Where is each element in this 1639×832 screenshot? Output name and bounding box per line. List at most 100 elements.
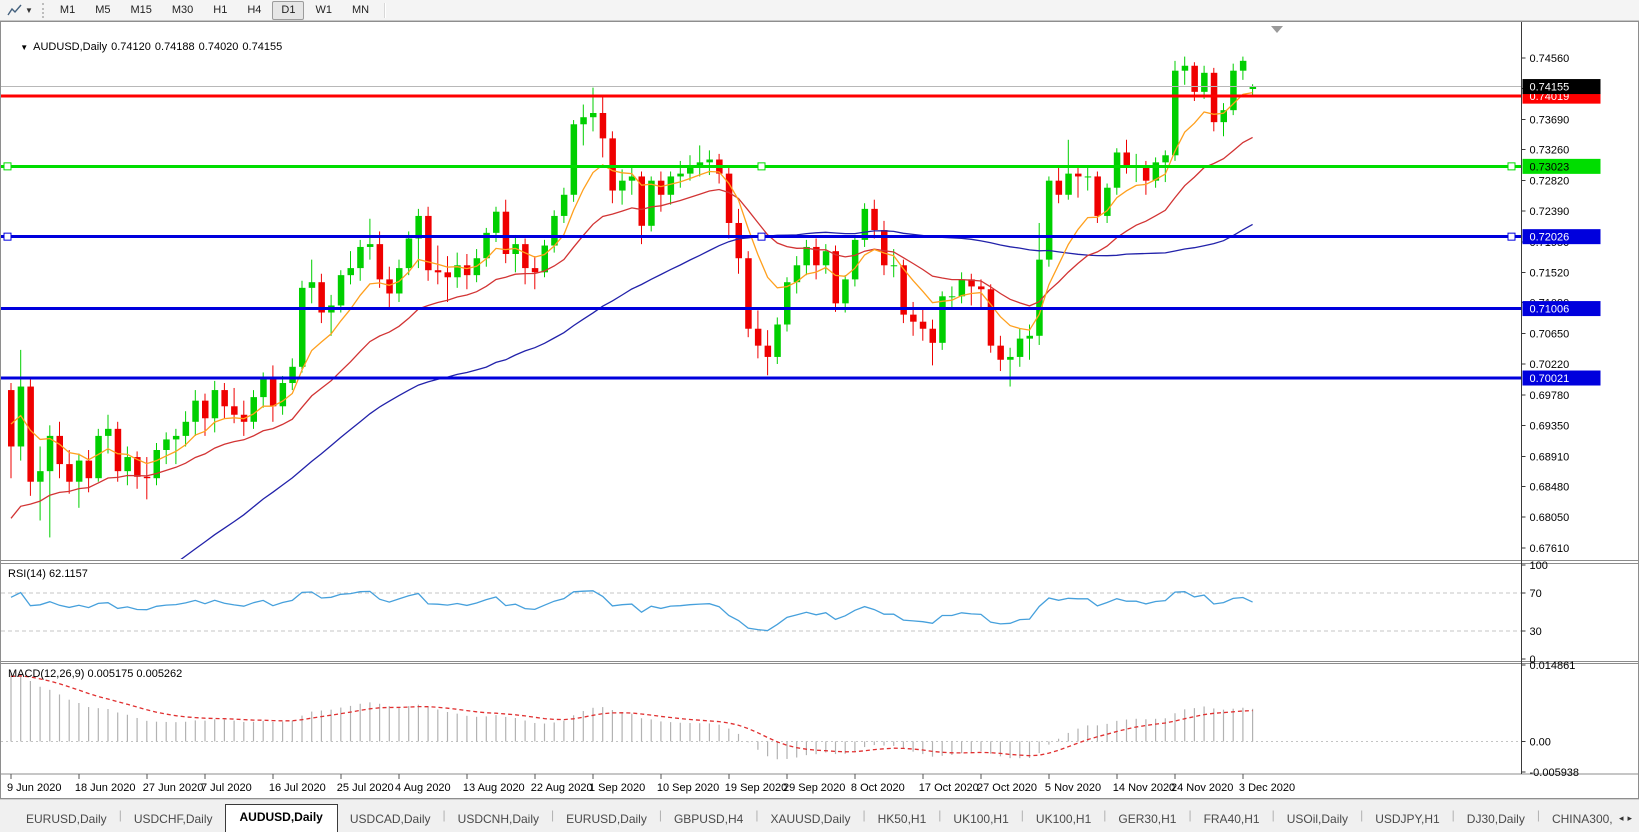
candle xyxy=(231,406,238,415)
candle xyxy=(1094,176,1101,216)
hline-handle[interactable] xyxy=(1507,162,1516,171)
period-button-h4[interactable]: H4 xyxy=(238,1,270,20)
candle xyxy=(386,279,393,294)
date-tick-label: 9 Jun 2020 xyxy=(7,782,61,794)
candle xyxy=(784,282,791,325)
chart-tab-uk100-9[interactable]: UK100,H1 xyxy=(941,807,1020,832)
date-tick-label: 4 Aug 2020 xyxy=(395,782,451,794)
candle xyxy=(1036,259,1043,336)
candle xyxy=(143,476,151,479)
candle xyxy=(919,321,927,329)
chart-tab-usoil-13[interactable]: USOil,Daily xyxy=(1275,807,1360,832)
candle xyxy=(434,270,442,273)
chart-tab-fra40-12[interactable]: FRA40,H1 xyxy=(1192,807,1272,832)
period-button-d1[interactable]: D1 xyxy=(272,0,305,20)
candle xyxy=(851,239,859,280)
date-tick-label: 25 Jul 2020 xyxy=(337,782,394,794)
period-button-mn[interactable]: MN xyxy=(343,1,378,20)
toolbar-separator xyxy=(384,2,387,18)
candle xyxy=(299,287,306,367)
price-tick-label: 0.72820 xyxy=(1530,176,1570,188)
hline-handle[interactable] xyxy=(3,232,12,241)
candle xyxy=(1201,72,1208,92)
candle xyxy=(754,328,762,346)
candle xyxy=(337,275,345,306)
candle xyxy=(657,180,665,195)
date-tick-label: 8 Oct 2020 xyxy=(851,782,905,794)
tab-scroll-right-icon[interactable]: ▸ xyxy=(1627,813,1636,823)
price-tick-label: 0.73690 xyxy=(1530,114,1570,126)
chart-tab-usdcnh-4[interactable]: USDCNH,Daily xyxy=(446,807,551,832)
hline-handle[interactable] xyxy=(3,162,12,171)
chart-tab-xauusd-7[interactable]: XAUUSD,Daily xyxy=(758,807,862,832)
candle xyxy=(541,245,548,273)
candle xyxy=(192,400,199,422)
date-tick-label: 22 Aug 2020 xyxy=(531,782,593,794)
candle xyxy=(376,244,384,280)
chart-tab-bar: EURUSD,Daily | USDCHF,Daily AUDUSD,Daily USD… xyxy=(0,799,1639,832)
candle xyxy=(929,328,936,343)
candle xyxy=(735,222,742,259)
candle xyxy=(27,386,34,482)
chart-tab-eurusd-0[interactable]: EURUSD,Daily xyxy=(14,807,119,832)
candle xyxy=(1045,180,1053,260)
price-tick-label: 0.72390 xyxy=(1530,206,1570,218)
chart-tab-uk100-10[interactable]: UK100,H1 xyxy=(1024,807,1103,832)
date-tick-label: 24 Nov 2020 xyxy=(1171,782,1233,794)
candle xyxy=(599,112,607,139)
candle xyxy=(75,460,83,482)
svg-text:0.70021: 0.70021 xyxy=(1530,373,1570,385)
chart-tab-usdcad-3[interactable]: USDCAD,Daily xyxy=(338,807,443,832)
price-tick-label: 0.67610 xyxy=(1530,543,1570,555)
chart-tab-ger30-11[interactable]: GER30,H1 xyxy=(1106,807,1188,832)
open-value: 0.74120 xyxy=(111,41,151,53)
candle xyxy=(357,246,364,269)
candle xyxy=(570,124,578,195)
chart-tab-dj30-15[interactable]: DJ30,Daily xyxy=(1455,807,1537,832)
candle xyxy=(677,173,684,177)
chart-canvas[interactable]: 9 Jun 2020 18 Jun 2020 27 Jun 20207 Jul 20… xyxy=(1,22,1638,798)
candle xyxy=(774,324,781,357)
period-button-m5[interactable]: M5 xyxy=(86,1,119,20)
svg-text:0.71006: 0.71006 xyxy=(1530,304,1570,316)
price-tick-label: 0.70220 xyxy=(1530,359,1570,371)
candle xyxy=(1065,173,1072,195)
chart-tab-eurusd-5[interactable]: EURUSD,Daily xyxy=(554,807,659,832)
period-button-m30[interactable]: M30 xyxy=(163,1,202,20)
chart-tab-gbpusd-6[interactable]: GBPUSD,H4 xyxy=(662,807,755,832)
period-button-h1[interactable]: H1 xyxy=(204,1,236,20)
candle xyxy=(124,457,131,472)
candle xyxy=(910,314,917,322)
toolbar-grip[interactable] xyxy=(41,2,44,18)
svg-text:0.74155: 0.74155 xyxy=(1530,82,1570,94)
rsi-indicator-label: RSI(14) 62.1157 xyxy=(8,568,88,580)
hline-handle[interactable] xyxy=(757,232,766,241)
candle xyxy=(114,428,122,472)
period-button-m15[interactable]: M15 xyxy=(121,1,160,20)
candle xyxy=(66,464,73,482)
hline-handle[interactable] xyxy=(757,162,766,171)
chart-tab-audusd-2[interactable]: AUDUSD,Daily xyxy=(224,804,338,832)
chart-menu-caret-icon[interactable]: ▼ xyxy=(20,43,28,52)
chart-tab-usdjpy-14[interactable]: USDJPY,H1 xyxy=(1363,807,1451,832)
period-button-m1[interactable]: M1 xyxy=(51,1,84,20)
candle xyxy=(890,265,898,267)
period-button-w1[interactable]: W1 xyxy=(306,1,341,20)
hline-handle[interactable] xyxy=(1507,232,1516,241)
candle xyxy=(308,282,316,288)
price-tick-label: -0.005938 xyxy=(1530,767,1580,779)
candle xyxy=(405,238,413,269)
price-tick-label: 0.70650 xyxy=(1530,329,1570,341)
chart-tab-usdchf-1[interactable]: USDCHF,Daily xyxy=(122,807,225,832)
candle xyxy=(609,138,616,191)
low-value: 0.74020 xyxy=(198,41,239,53)
date-tick-label: 13 Aug 2020 xyxy=(463,782,525,794)
candle xyxy=(415,215,422,239)
price-tick-label: 0.68480 xyxy=(1530,482,1570,494)
candle xyxy=(163,439,170,450)
price-tick-label: 0.014861 xyxy=(1530,660,1576,672)
chart-ohlc-header: ▼ AUDUSD,Daily 0.74120 0.74188 0.74020 0.7415… xyxy=(8,29,286,65)
chart-tab-hk50-8[interactable]: HK50,H1 xyxy=(866,807,939,832)
chart-type-icon[interactable]: ▼ xyxy=(4,3,36,18)
candle xyxy=(1172,70,1179,156)
